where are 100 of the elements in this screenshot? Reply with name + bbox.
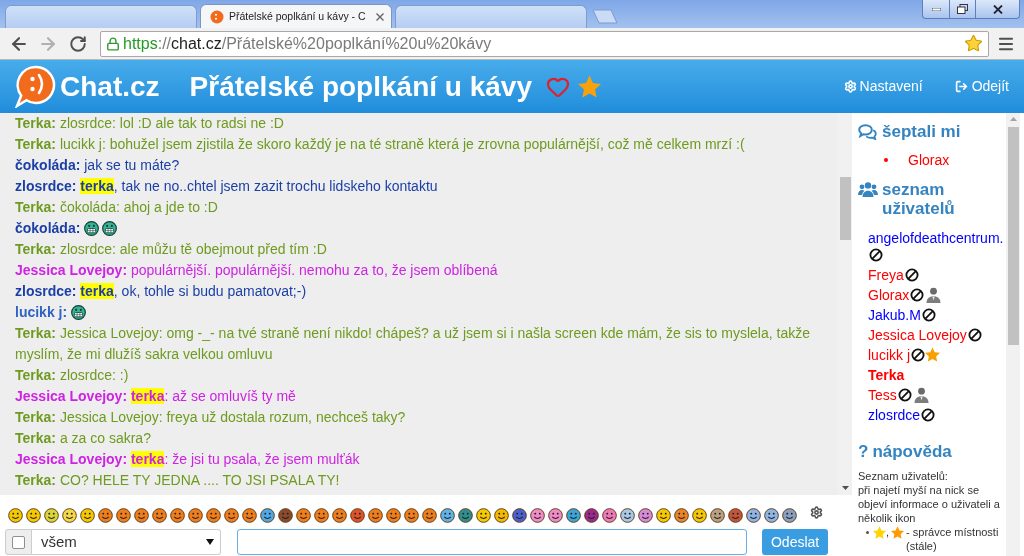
emoticon-icon[interactable]	[224, 508, 239, 523]
emoticon-icon[interactable]	[728, 508, 743, 523]
emoticon-icon[interactable]	[764, 508, 779, 523]
chat-message: Terka: čokoláda: ahoj a jde to :D	[15, 198, 219, 217]
emoticon-icon[interactable]	[620, 508, 635, 523]
emoticon-icon[interactable]	[242, 508, 257, 523]
user-name[interactable]: Tess	[868, 386, 897, 403]
emoticon-icon[interactable]	[260, 508, 275, 523]
user-name[interactable]: angelofdeathcentrum.	[868, 229, 1004, 246]
emoticon-icon[interactable]	[674, 508, 689, 523]
emoticon-icon[interactable]	[710, 508, 725, 523]
scroll-down-icon[interactable]	[842, 486, 849, 490]
scrollbar[interactable]	[1006, 113, 1020, 556]
emoticon-icon[interactable]	[170, 508, 185, 523]
message-author[interactable]: čokoláda:	[15, 218, 81, 239]
emoticon-icon[interactable]	[26, 508, 41, 523]
star-icon	[577, 75, 601, 98]
ban-icon[interactable]	[910, 287, 925, 302]
chat-bubble-logo[interactable]	[14, 65, 57, 108]
emoticon-icon[interactable]	[152, 508, 167, 523]
emoticon-icon[interactable]	[746, 508, 761, 523]
scrollbar-thumb[interactable]	[1008, 127, 1019, 345]
message-author[interactable]: lucikk j:	[15, 302, 68, 323]
settings-icon[interactable]	[810, 506, 823, 519]
browser-tab[interactable]: Přátelské poplkání u kávy - C	[200, 4, 392, 28]
user-name[interactable]: Jessica Lovejoy	[868, 326, 967, 343]
emoticon-icon[interactable]	[422, 508, 437, 523]
logout-link[interactable]: Odejít	[954, 76, 1009, 97]
emoticon-icon[interactable]	[314, 508, 329, 523]
emoticon-icon[interactable]	[368, 508, 383, 523]
emoticon-icon[interactable]	[296, 508, 311, 523]
emoticon-icon[interactable]	[44, 508, 59, 523]
caret-icon	[206, 539, 215, 545]
chat-message: Terka: zlosrdce: ale můžu tě obejmout před tím :D	[15, 240, 328, 259]
user-name[interactable]: lucikk j	[868, 346, 910, 363]
emoticon-icon[interactable]	[8, 508, 23, 523]
emoticon-icon[interactable]	[98, 508, 113, 523]
message-input[interactable]	[237, 529, 748, 555]
chat-message: Terka: CO? HELE TY JEDNA .... TO JSI PSALA TY!	[15, 471, 341, 490]
user-name[interactable]: Glorax	[868, 286, 910, 303]
lock-icon	[106, 36, 120, 51]
scrollbar-thumb[interactable]	[840, 177, 851, 240]
user-name[interactable]: Freya	[868, 266, 904, 283]
ban-icon[interactable]	[904, 267, 919, 282]
settings-link[interactable]: Nastavení	[843, 76, 923, 97]
brand-name[interactable]: Chat.cz	[60, 72, 160, 101]
emoticon-icon[interactable]	[404, 508, 419, 523]
user-name[interactable]: Terka	[868, 366, 905, 383]
emoticon-icon[interactable]	[476, 508, 491, 523]
grin-emoticon-icon	[71, 305, 87, 320]
emoticon-icon[interactable]	[458, 508, 473, 523]
settings-icon	[843, 80, 857, 93]
emoticon-icon[interactable]	[440, 508, 455, 523]
emoticon-icon[interactable]	[350, 508, 365, 523]
ban-icon[interactable]	[897, 387, 912, 402]
emoticon-icon[interactable]	[548, 508, 563, 523]
reload-icon[interactable]	[69, 34, 87, 53]
ban-icon[interactable]	[911, 347, 925, 362]
logout-icon	[954, 80, 968, 93]
person-icon	[913, 386, 929, 403]
bookmark-star-icon[interactable]	[964, 34, 983, 53]
scrollbar[interactable]	[838, 113, 852, 495]
emoticon-icon[interactable]	[332, 508, 347, 523]
emoticon-icon[interactable]	[602, 508, 617, 523]
ban-icon[interactable]	[967, 327, 982, 342]
close-window-button[interactable]	[976, 0, 1020, 19]
emoticon-icon[interactable]	[656, 508, 671, 523]
ban-icon[interactable]	[921, 407, 936, 422]
emoticon-icon[interactable]	[80, 508, 95, 523]
emoticon-icon[interactable]	[584, 508, 599, 523]
recipient-select[interactable]: všem	[31, 529, 222, 555]
ban-icon[interactable]	[869, 247, 883, 262]
emoticon-icon[interactable]	[62, 508, 77, 523]
chat-message: Terka: lucikk j: bohužel jsem zjistila že skoro každý je na té straně která je zrovna populárnější, což mě celkem mrzí :(	[15, 135, 746, 154]
ban-icon[interactable]	[921, 307, 936, 322]
whisper-user[interactable]: Glorax	[908, 149, 950, 171]
emoticon-icon[interactable]	[188, 508, 203, 523]
emoticon-icon[interactable]	[494, 508, 509, 523]
emoticon-icon[interactable]	[782, 508, 797, 523]
emoticon-icon[interactable]	[278, 508, 293, 523]
chat-message: Terka: Jessica Lovejoy: freya už dostala rozum, nechceš taky?	[15, 408, 407, 427]
restore-button[interactable]	[950, 0, 976, 19]
restore-icon	[957, 4, 968, 14]
checkbox[interactable]	[11, 535, 25, 549]
emoticon-icon[interactable]	[116, 508, 131, 523]
emoticon-icon[interactable]	[386, 508, 401, 523]
legend-separator: ,	[886, 525, 890, 539]
user-name[interactable]: Jakub.M	[868, 306, 921, 323]
emoticon-icon[interactable]	[566, 508, 581, 523]
emoticon-icon[interactable]	[206, 508, 221, 523]
emoticon-icon[interactable]	[638, 508, 653, 523]
emoticon-icon[interactable]	[530, 508, 545, 523]
user-name[interactable]: zlosrdce	[868, 406, 921, 423]
grin-emoticon-icon	[102, 221, 118, 236]
close-icon[interactable]	[376, 12, 384, 21]
emoticon-icon[interactable]	[512, 508, 527, 523]
send-button[interactable]: Odeslat	[762, 529, 828, 555]
emoticon-icon[interactable]	[692, 508, 707, 523]
emoticon-icon[interactable]	[134, 508, 149, 523]
address-field[interactable]: https://chat.cz/Přátelské%20poplkání%20u%20kávy	[100, 30, 989, 57]
